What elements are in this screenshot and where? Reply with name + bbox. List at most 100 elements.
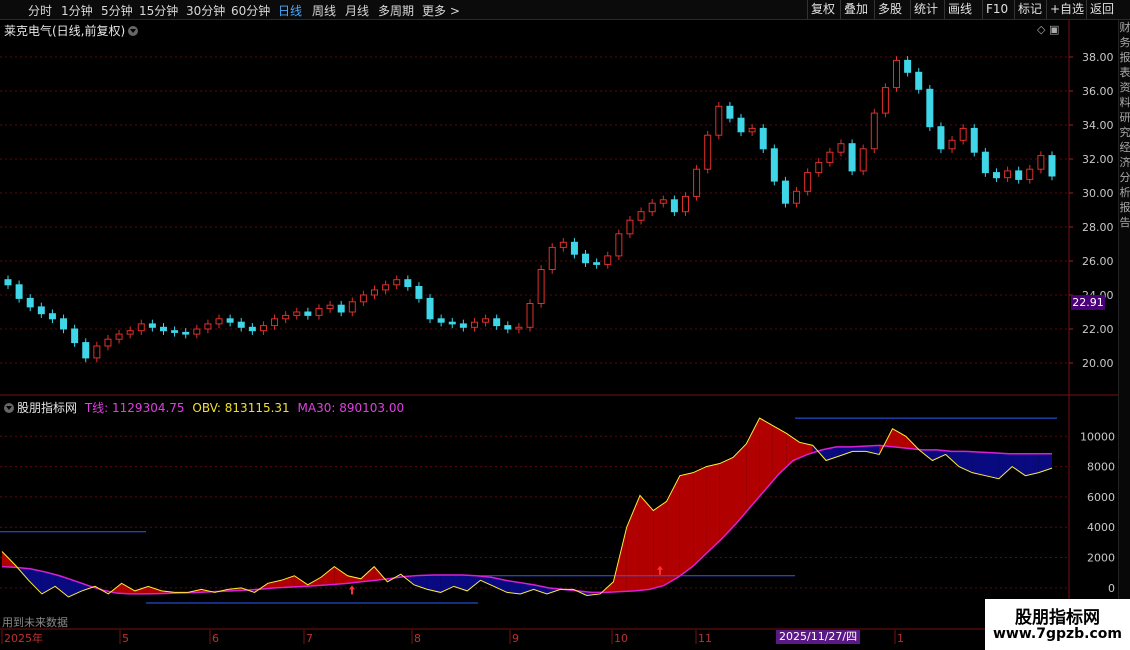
indicator-title-bar[interactable]: 股朋指标网 T线: 1129304.75 OBV: 813115.31 MA30… [4, 399, 404, 416]
candle-body [26, 297, 34, 308]
ind-tick-label: 6000 [1087, 491, 1115, 504]
candle-body [959, 127, 967, 141]
candle-body [15, 284, 23, 299]
candle-body [681, 195, 689, 213]
candle-body [970, 127, 978, 153]
candle-body [60, 318, 68, 330]
candle-body [359, 294, 367, 303]
obv-fill-segment [839, 446, 853, 456]
candle-body [4, 279, 12, 286]
candle-body [759, 127, 767, 150]
candle-body [1048, 155, 1056, 177]
ma30-label: MA30: 890103.00 [297, 401, 405, 415]
candle-body [437, 318, 445, 323]
candle-body [271, 318, 279, 327]
candle-body [37, 306, 45, 315]
price-tick-label: 36.00 [1082, 85, 1114, 98]
candle-body [104, 338, 112, 347]
candle-body [404, 279, 412, 288]
candle-body [426, 297, 434, 320]
t-line-label: T线: 1129304.75 [84, 401, 185, 415]
candle-body [770, 148, 778, 182]
candle-body [337, 304, 345, 313]
obv-fill-segment [985, 452, 999, 479]
candle-body [1004, 170, 1012, 179]
candle-body [204, 323, 212, 330]
candle-body [659, 199, 667, 204]
watermark-title: 股朋指标网 [1015, 608, 1100, 628]
candle-body [815, 161, 823, 174]
obv-fill-segment [892, 428, 906, 449]
candle-body [493, 318, 501, 327]
candlestick-series [4, 56, 1056, 363]
candle-body [826, 151, 834, 163]
candle-body [537, 269, 545, 304]
candle-body [171, 330, 179, 333]
candle-body [82, 342, 90, 359]
right-tab-char: 研 [1119, 111, 1130, 124]
right-tab-char: 料 [1119, 96, 1130, 109]
candle-body [748, 127, 756, 133]
candle-body [904, 59, 912, 73]
candle-body [1026, 168, 1034, 180]
obv-fill-segment [666, 475, 680, 584]
right-tab-char: 财 [1119, 21, 1130, 34]
time-tick-label: 11 [698, 632, 712, 645]
right-tab-char: 析 [1119, 186, 1130, 199]
candle-body [915, 71, 923, 90]
obv-fill-segment [467, 575, 481, 591]
candle-body [981, 151, 989, 174]
watermark-logo: 股朋指标网 www.7gpzb.com [985, 599, 1130, 650]
candle-body [71, 328, 79, 344]
candle-body [937, 126, 945, 150]
candle-body [526, 303, 534, 328]
obv-fill-segment [28, 568, 42, 594]
candle-body [637, 211, 645, 221]
right-tab-char: 经 [1119, 141, 1130, 154]
time-tick-label: 8 [414, 632, 421, 645]
chart-area[interactable]: 38.0036.0034.0032.0030.0028.0026.0024.00… [0, 0, 1130, 650]
indicator-name: 股朋指标网 [17, 401, 78, 415]
chevron-down-icon[interactable] [4, 403, 14, 413]
candle-body [48, 313, 56, 320]
candle-body [870, 112, 878, 150]
ind-tick-label: 0 [1108, 582, 1115, 595]
candle-body [182, 331, 190, 335]
time-tick-label: 2025年 [4, 631, 43, 645]
obv-fill-segment [679, 472, 694, 576]
candle-body [1037, 155, 1045, 170]
obv-fill-segment [334, 566, 348, 585]
obv-fill-segment [1012, 453, 1026, 476]
candle-body [415, 286, 423, 299]
obv-fill-segment [706, 463, 720, 554]
candle-body [693, 168, 701, 197]
price-tick-label: 28.00 [1082, 221, 1114, 234]
candle-body [648, 202, 656, 213]
candle-body [881, 87, 889, 114]
candle-body [348, 301, 356, 313]
candle-body [548, 246, 556, 270]
obv-fill-segment [972, 451, 986, 476]
ind-tick-label: 4000 [1087, 521, 1115, 534]
candle-body [148, 323, 156, 328]
candle-body [515, 326, 523, 330]
candle-body [504, 325, 512, 330]
grid-lines [0, 56, 1068, 589]
right-tab-char: 济 [1119, 156, 1130, 169]
candle-body [626, 219, 634, 235]
candle-body [470, 321, 478, 328]
candle-body [382, 284, 390, 291]
right-tab-char: 表 [1119, 66, 1130, 79]
candle-body [793, 190, 801, 204]
candle-body [282, 314, 290, 320]
right-tab-char: 务 [1119, 36, 1130, 49]
candle-body [715, 105, 723, 136]
candle-body [393, 279, 401, 286]
right-side-tabs[interactable]: 财务报表资料研究经济分析报告 [1118, 20, 1130, 640]
price-tick-label: 26.00 [1082, 255, 1114, 268]
time-tick-label: 5 [122, 632, 129, 645]
price-tick-label: 30.00 [1082, 187, 1114, 200]
future-data-note: 用到未来数据 [2, 616, 68, 629]
right-tab-char: 报 [1119, 51, 1130, 64]
candle-body [315, 308, 323, 316]
